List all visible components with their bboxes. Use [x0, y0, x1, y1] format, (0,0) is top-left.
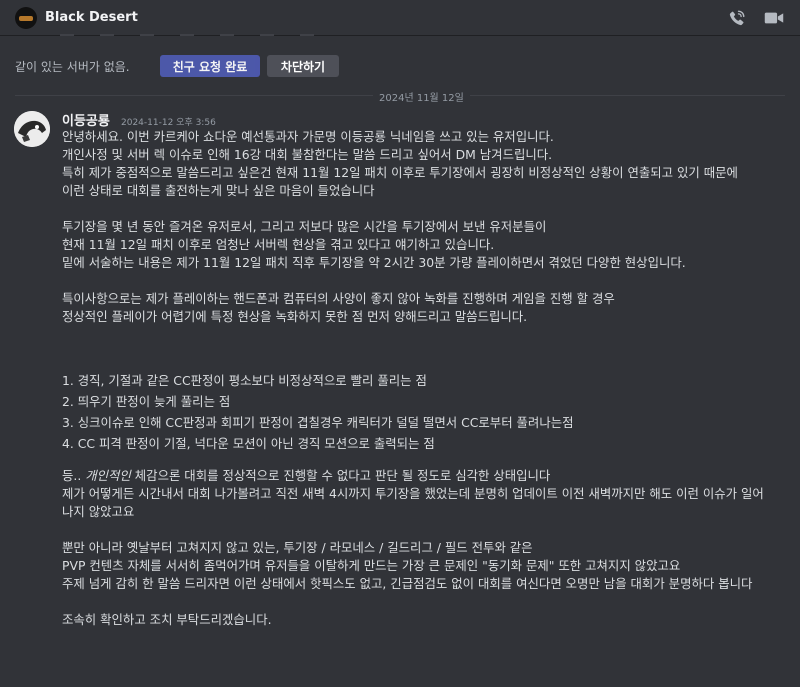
- message-line: 투기장을 몇 년 동안 즐겨온 유저로서, 그리고 저보다 많은 시간을 투기장…: [62, 219, 547, 234]
- message-line: 정상적인 플레이가 어렵기에 특정 현상을 녹화하지 못한 점 먼저 양해드리고…: [62, 309, 528, 324]
- list-item: 1. 경직, 기절과 같은 CC판정이 평소보다 비정상적으로 빨리 풀리는 점: [62, 373, 427, 388]
- message-content: 안녕하세요. 이번 카르케아 쇼다운 예선통과자 가문명 이등공룡 닉네임을 쓰…: [62, 128, 772, 629]
- message-line: 안녕하세요. 이번 카르케아 쇼다운 예선통과자 가문명 이등공룡 닉네임을 쓰…: [62, 129, 554, 144]
- list-item: 4. CC 피격 판정이 기절, 넉다운 모션이 아닌 경직 모션으로 출력되는…: [62, 436, 435, 451]
- friend-status-bar: 같이 있는 서버가 없음. 친구 요청 완료 차단하기: [0, 51, 800, 81]
- message-line: 현재 11월 12일 패치 이후로 엄청난 서버렉 현상을 겪고 있다고 얘기하…: [62, 237, 495, 252]
- message-line: 뿐만 아니라 옛날부터 고쳐지지 않고 있는, 투기장 / 라모네스 / 길드리…: [62, 540, 533, 555]
- message-author[interactable]: 이등공룡: [62, 110, 110, 129]
- block-button[interactable]: 차단하기: [267, 55, 339, 77]
- channel-header: Black Desert: [0, 0, 800, 36]
- author-avatar[interactable]: [14, 111, 50, 147]
- message-line: 특히 제가 중점적으로 말씀드리고 싶은건 현재 11월 12일 패치 이후로 …: [62, 165, 738, 180]
- date-divider-label: 2024년 11월 12일: [373, 89, 470, 104]
- message-text: 체감으론 대회를 정상적으로 진행할 수 없다고 판단 될 정도로 심각한 상태…: [130, 468, 551, 483]
- message-line: 밑에 서술하는 내용은 제가 11월 12일 패치 직후 투기장을 약 2시간 …: [62, 255, 686, 270]
- message-text: 등..: [62, 468, 86, 483]
- list-item: 2. 띄우기 판정이 늦게 풀리는 점: [62, 394, 231, 409]
- no-mutual-server-text: 같이 있는 서버가 없음.: [15, 60, 130, 74]
- message-line: PVP 컨텐츠 자체를 서서히 좀먹어가며 유저들을 이탈하게 만드는 가장 큰…: [62, 558, 681, 573]
- message-line: 개인사정 및 서버 렉 이슈로 인해 16강 대회 불참한다는 말씀 드리고 싶…: [62, 147, 553, 162]
- message-line: 주제 넘게 감히 한 말씀 드리자면 이런 상태에서 핫픽스도 없고, 긴급점검…: [62, 576, 753, 591]
- message-line: 제가 어떻게든 시간내서 대회 나가볼려고 직전 새벽 4시까지 투기장을 했었…: [62, 486, 764, 519]
- message-line: 등.. 개인적인 체감으론 대회를 정상적으로 진행할 수 없다고 판단 될 정…: [62, 467, 772, 485]
- list-item: 3. 싱크이슈로 인해 CC판정과 회피기 판정이 겹칠경우 캐릭터가 덜덜 떨…: [62, 415, 574, 430]
- phone-call-icon[interactable]: [728, 9, 746, 27]
- dm-avatar[interactable]: [15, 7, 37, 29]
- game-logo-icon: [19, 15, 33, 21]
- date-divider: 2024년 11월 12일: [15, 89, 785, 104]
- video-camera-icon[interactable]: [764, 9, 784, 27]
- message-line: 이런 상태로 대회를 출전하는게 맞나 싶은 마음이 들었습니다: [62, 183, 375, 198]
- message-line: 특이사항으로는 제가 플레이하는 핸드폰과 컴퓨터의 사양이 좋지 않아 녹화를…: [62, 291, 615, 306]
- dm-title: Black Desert: [45, 10, 138, 25]
- message-timestamp: 2024-11-12 오후 3:56: [121, 118, 216, 128]
- message-line: 조속히 확인하고 조치 부탁드리겠습니다.: [62, 612, 272, 627]
- italic-text: 개인적인: [85, 468, 131, 483]
- friend-request-sent-button[interactable]: 친구 요청 완료: [160, 55, 260, 77]
- scrolled-content-fragment: [60, 34, 360, 38]
